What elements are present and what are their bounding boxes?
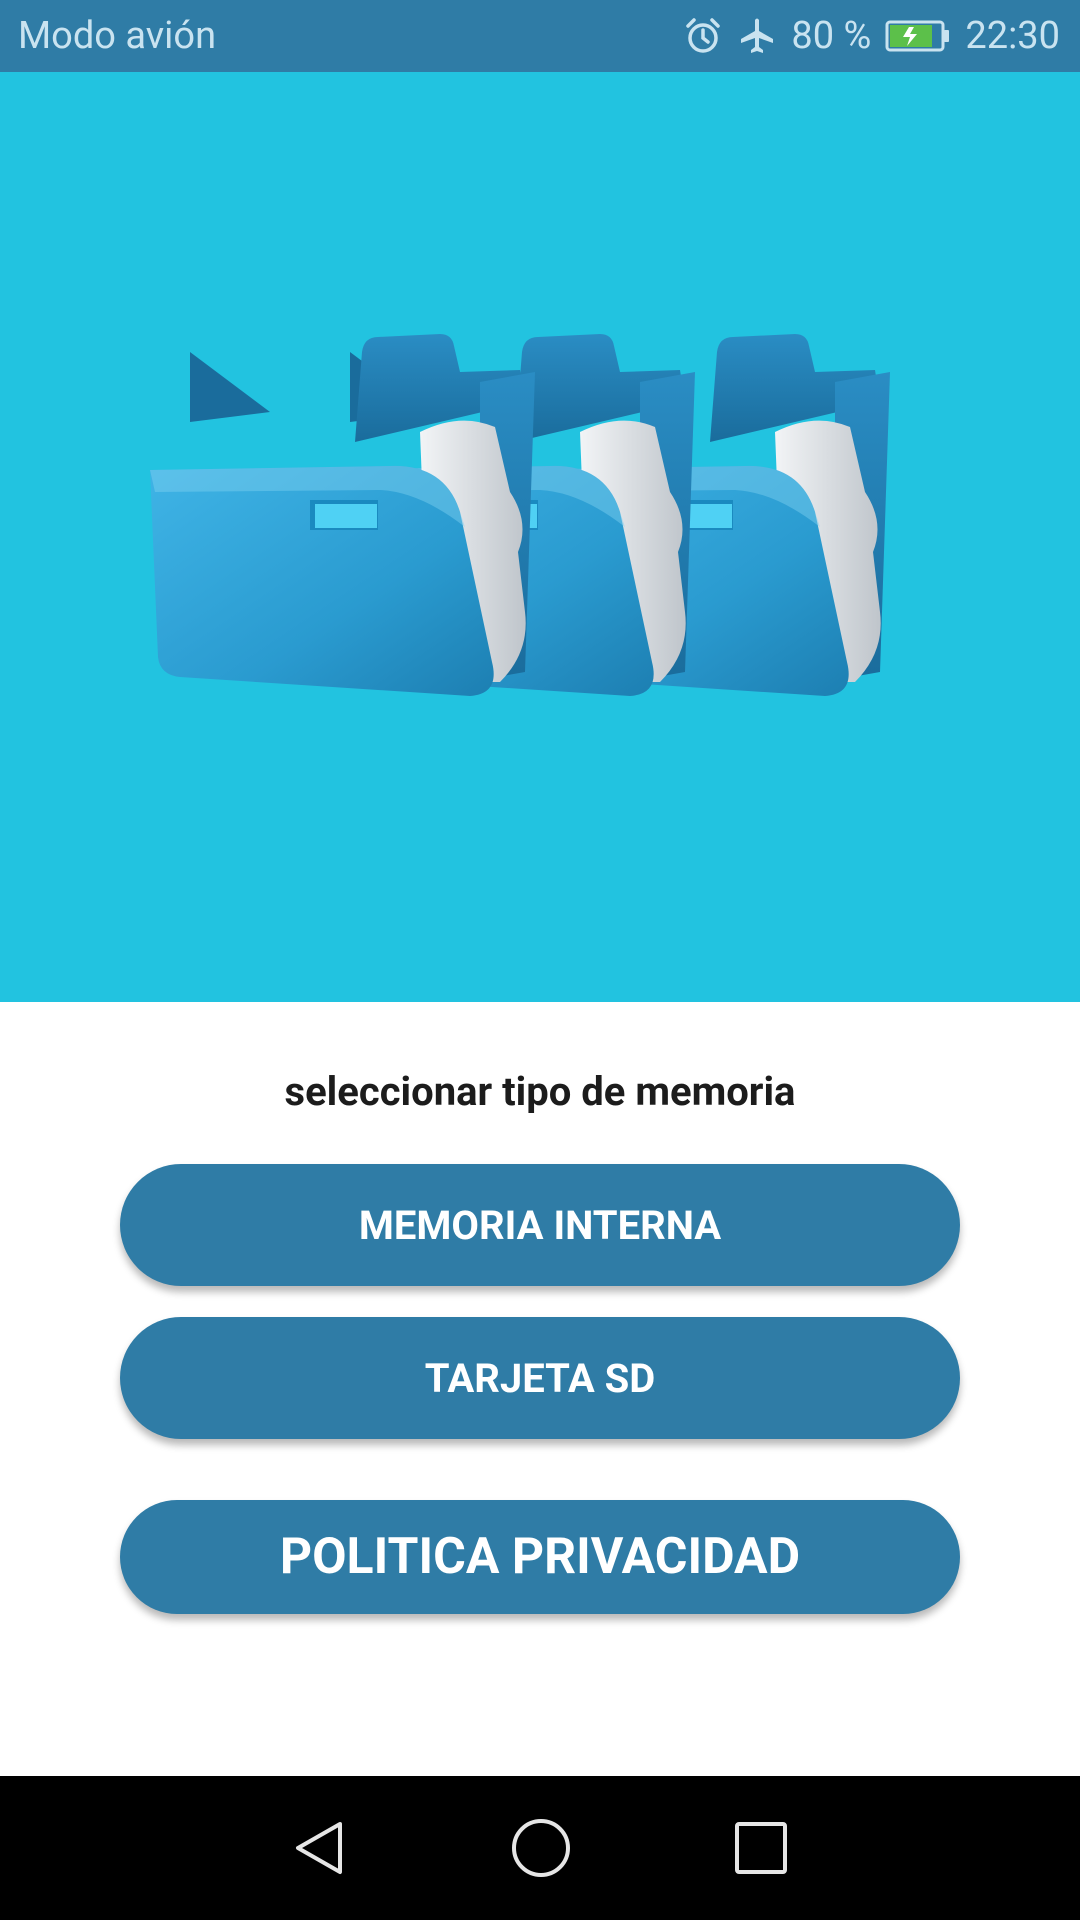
battery-percent: 80 % xyxy=(791,14,872,58)
home-icon[interactable] xyxy=(509,1816,573,1880)
folders-icon xyxy=(150,334,890,696)
airplane-icon xyxy=(737,16,777,56)
alarm-icon xyxy=(683,16,723,56)
memory-selection-panel: seleccionar tipo de memoria MEMORIA INTE… xyxy=(0,1002,1080,1776)
privacy-policy-button[interactable]: POLITICA PRIVACIDAD xyxy=(120,1500,960,1614)
recents-icon[interactable] xyxy=(732,1819,790,1877)
status-bar: Modo avión 80 % 22:30 xyxy=(0,0,1080,72)
status-icons: 80 % 22:30 xyxy=(683,14,1060,58)
navigation-bar xyxy=(0,1776,1080,1920)
airplane-mode-label: Modo avión xyxy=(18,14,217,58)
battery-charging-icon xyxy=(885,19,951,53)
back-icon[interactable] xyxy=(290,1818,350,1878)
page-title: seleccionar tipo de memoria xyxy=(284,1068,796,1115)
clock: 22:30 xyxy=(965,14,1060,58)
sd-card-button[interactable]: TARJETA SD xyxy=(120,1317,960,1439)
hero-banner xyxy=(0,72,1080,1002)
internal-memory-button[interactable]: MEMORIA INTERNA xyxy=(120,1164,960,1286)
